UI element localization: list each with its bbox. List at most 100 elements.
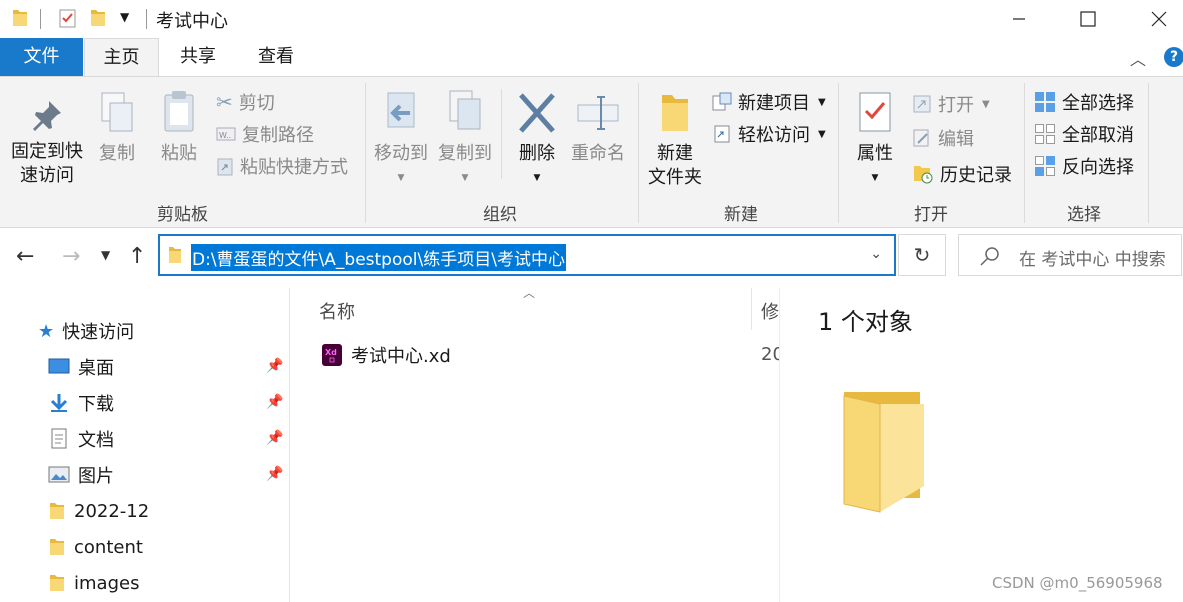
nav-item-pictures[interactable]: 图片 <box>48 458 114 492</box>
close-icon <box>1151 11 1167 27</box>
chevron-down-icon[interactable]: ▼ <box>120 10 129 24</box>
easy-access-button[interactable]: 轻松访问 ▼ <box>712 121 826 147</box>
refresh-button[interactable]: ↻ <box>898 234 946 276</box>
pin-icon[interactable]: 📌 <box>266 466 283 482</box>
folder-icon <box>50 503 64 519</box>
pin-icon[interactable]: 📌 <box>266 430 283 446</box>
up-arrow-icon[interactable]: ↑ <box>128 244 146 269</box>
history-label: 历史记录 <box>940 165 1012 186</box>
cut-label: 剪切 <box>238 93 275 114</box>
column-header-name[interactable]: 名称 <box>319 298 355 324</box>
svg-text:Xd: Xd <box>325 348 337 357</box>
nav-item-folder-content[interactable]: content <box>48 530 143 564</box>
forward-arrow-icon[interactable]: → <box>62 244 80 269</box>
tab-home[interactable]: 主页 <box>84 38 159 77</box>
scissors-icon: ✂ <box>216 90 233 114</box>
nav-item-documents[interactable]: 文档 <box>48 422 114 456</box>
select-none-button[interactable]: 全部取消 <box>1034 121 1134 147</box>
navigation-pane: ★ 快速访问 桌面 📌 下载 📌 文档 📌 图片 📌 2022-12 conte… <box>0 288 290 602</box>
properties-icon <box>859 92 891 132</box>
move-to-button[interactable]: 移动到 ▼ <box>370 89 432 190</box>
rename-label: 重命名 <box>571 143 625 164</box>
refresh-icon: ↻ <box>913 243 931 267</box>
nav-item-folder-2022-12[interactable]: 2022-12 <box>48 494 149 528</box>
rename-button[interactable]: 重命名 <box>568 91 628 166</box>
ribbon: 固定到快 速访问 复制 粘贴 ✂ 剪切 W.. 复制路径 粘贴快捷方式 剪贴板 … <box>0 76 1183 228</box>
properties-quick-icon[interactable] <box>58 7 78 29</box>
move-to-label: 移动到 <box>374 143 428 164</box>
paste-shortcut-label: 粘贴快捷方式 <box>240 157 348 178</box>
copy-to-button[interactable]: 复制到 ▼ <box>434 89 496 190</box>
pin-quick-access-button[interactable]: 固定到快 速访问 <box>8 97 86 188</box>
new-folder-label-2: 文件夹 <box>648 167 702 188</box>
file-row[interactable]: Xd 考试中心.xd <box>321 342 451 368</box>
select-group-label: 选择 <box>1067 205 1101 225</box>
open-icon <box>913 95 931 113</box>
paste-shortcut-button[interactable]: 粘贴快捷方式 <box>216 153 348 179</box>
pin-quick-access-label-2: 速访问 <box>20 165 74 186</box>
title-bar: ▼ 考试中心 <box>0 0 1183 38</box>
chevron-down-icon: ▼ <box>533 173 541 183</box>
help-button[interactable]: ? <box>1164 47 1183 67</box>
close-button[interactable] <box>1136 0 1182 38</box>
nav-item-folder-images[interactable]: images <box>48 566 139 600</box>
copy-path-button[interactable]: W.. 复制路径 <box>216 121 314 147</box>
pin-icon[interactable]: 📌 <box>266 394 283 410</box>
document-icon <box>51 428 67 449</box>
minimize-button[interactable] <box>996 0 1042 38</box>
paste-button[interactable]: 粘贴 <box>158 89 200 166</box>
search-icon <box>980 247 999 266</box>
address-bar[interactable]: D:\曹蛋蛋的文件\A_bestpool\练手项目\考试中心 ⌄ <box>158 234 896 276</box>
quick-access-item[interactable]: ★ 快速访问 <box>38 314 134 348</box>
column-header-modified[interactable]: 修 <box>761 298 779 324</box>
select-all-button[interactable]: 全部选择 <box>1034 89 1134 115</box>
history-button[interactable]: 历史记录 <box>912 161 1012 187</box>
new-folder-button[interactable]: 新建 文件夹 <box>646 89 704 190</box>
recent-locations-chevron-icon[interactable]: ▼ <box>101 248 110 262</box>
nav-item-desktop[interactable]: 桌面 <box>48 350 114 384</box>
address-path[interactable]: D:\曹蛋蛋的文件\A_bestpool\练手项目\考试中心 <box>191 244 566 271</box>
open-button[interactable]: 打开 ▼ <box>912 91 990 117</box>
adobe-xd-icon: Xd <box>322 344 342 366</box>
nav-item-downloads[interactable]: 下载 <box>48 386 114 420</box>
nav-item-label: images <box>74 572 140 594</box>
select-none-label: 全部取消 <box>1062 125 1134 146</box>
separator <box>146 9 147 29</box>
item-count: 1 个对象 <box>818 308 913 336</box>
cut-button[interactable]: ✂ 剪切 <box>216 89 275 115</box>
back-arrow-icon[interactable]: ← <box>16 244 34 269</box>
maximize-button[interactable] <box>1065 0 1111 38</box>
folder-icon[interactable] <box>12 8 28 28</box>
new-item-button[interactable]: 新建项目 ▼ <box>712 89 826 115</box>
tab-view[interactable]: 查看 <box>240 38 312 76</box>
easy-access-label: 轻松访问 <box>738 125 810 146</box>
chevron-down-icon[interactable]: ⌄ <box>870 246 882 262</box>
chevron-down-icon: ▼ <box>818 96 826 108</box>
chevron-down-icon: ▼ <box>982 98 990 110</box>
tab-share[interactable]: 共享 <box>162 38 234 76</box>
quick-access-label: 快速访问 <box>62 322 135 343</box>
column-separator[interactable] <box>751 288 752 330</box>
delete-label: 删除 <box>519 143 555 164</box>
collapse-ribbon-icon[interactable]: ︿ <box>1130 46 1146 70</box>
search-box[interactable]: 在 考试中心 中搜索 <box>958 234 1182 276</box>
search-placeholder: 在 考试中心 中搜索 <box>1019 250 1166 270</box>
edit-button[interactable]: 编辑 <box>912 125 974 151</box>
minimize-icon <box>1013 18 1025 20</box>
new-folder-quick-icon[interactable] <box>90 8 106 28</box>
paste-label: 粘贴 <box>161 143 197 164</box>
delete-button[interactable]: 删除 ▼ <box>514 91 560 190</box>
properties-button[interactable]: 属性 ▼ <box>850 89 900 190</box>
easy-access-icon <box>714 125 730 143</box>
copy-icon <box>101 92 133 132</box>
properties-label: 属性 <box>857 143 893 164</box>
copy-button[interactable]: 复制 <box>96 91 138 166</box>
separator <box>40 9 41 29</box>
details-pane: 1 个对象 CSDN @m0_56905968 <box>779 288 1183 602</box>
nav-item-label: 文档 <box>78 430 114 451</box>
folder-icon <box>50 575 64 591</box>
tab-file[interactable]: 文件 <box>0 38 83 76</box>
copy-to-label: 复制到 <box>438 143 492 164</box>
invert-selection-button[interactable]: 反向选择 <box>1034 153 1134 179</box>
pin-icon[interactable]: 📌 <box>266 358 283 374</box>
